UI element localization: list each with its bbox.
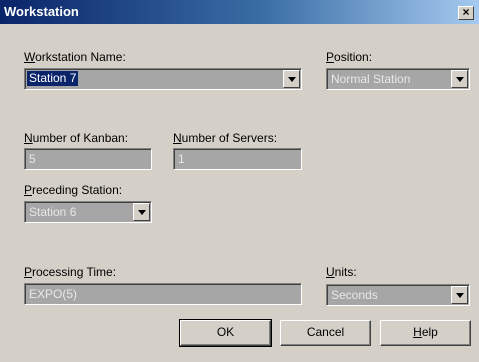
close-button[interactable]: × [458,6,474,20]
preceding-station-value: Station 6 [29,205,77,219]
workstation-name-value: Station 7 [27,71,79,86]
ok-button[interactable]: OK [179,319,272,347]
close-icon: × [462,5,470,19]
position-dropdown-button[interactable] [451,70,468,88]
preceding-station-label: Preceding Station: [24,183,123,197]
processing-time-field[interactable]: EXPO(5) [24,283,302,305]
num-servers-field[interactable]: 1 [173,148,302,170]
workstation-name-label: Workstation Name: [24,50,126,64]
title-bar: Workstation × [0,0,479,24]
position-label: Position: [326,50,373,64]
units-value: Seconds [331,288,378,302]
num-kanban-value: 5 [29,152,36,166]
units-select[interactable]: Seconds [326,284,470,306]
chevron-down-icon [288,77,296,82]
processing-time-label: Processing Time: [24,265,117,279]
workstation-name-dropdown-button[interactable] [283,70,300,88]
chevron-down-icon [456,77,464,82]
window-title: Workstation [4,4,79,19]
preceding-station-dropdown-button[interactable] [133,203,150,221]
cancel-button[interactable]: Cancel [280,320,371,346]
units-dropdown-button[interactable] [451,286,468,304]
units-label: Units: [326,265,357,279]
workstation-dialog: Workstation × Workstation Name: Station … [0,0,479,362]
chevron-down-icon [138,210,146,215]
num-servers-value: 1 [178,152,185,166]
chevron-down-icon [456,293,464,298]
position-value: Normal Station [331,72,411,86]
position-select[interactable]: Normal Station [326,68,470,90]
num-kanban-label: Number of Kanban: [24,131,129,145]
num-servers-label: Number of Servers: [173,131,278,145]
workstation-name-select[interactable]: Station 7 [24,68,302,90]
preceding-station-select[interactable]: Station 6 [24,201,152,223]
num-kanban-field[interactable]: 5 [24,148,152,170]
processing-time-value: EXPO(5) [29,287,78,301]
help-button[interactable]: Help [380,320,471,346]
